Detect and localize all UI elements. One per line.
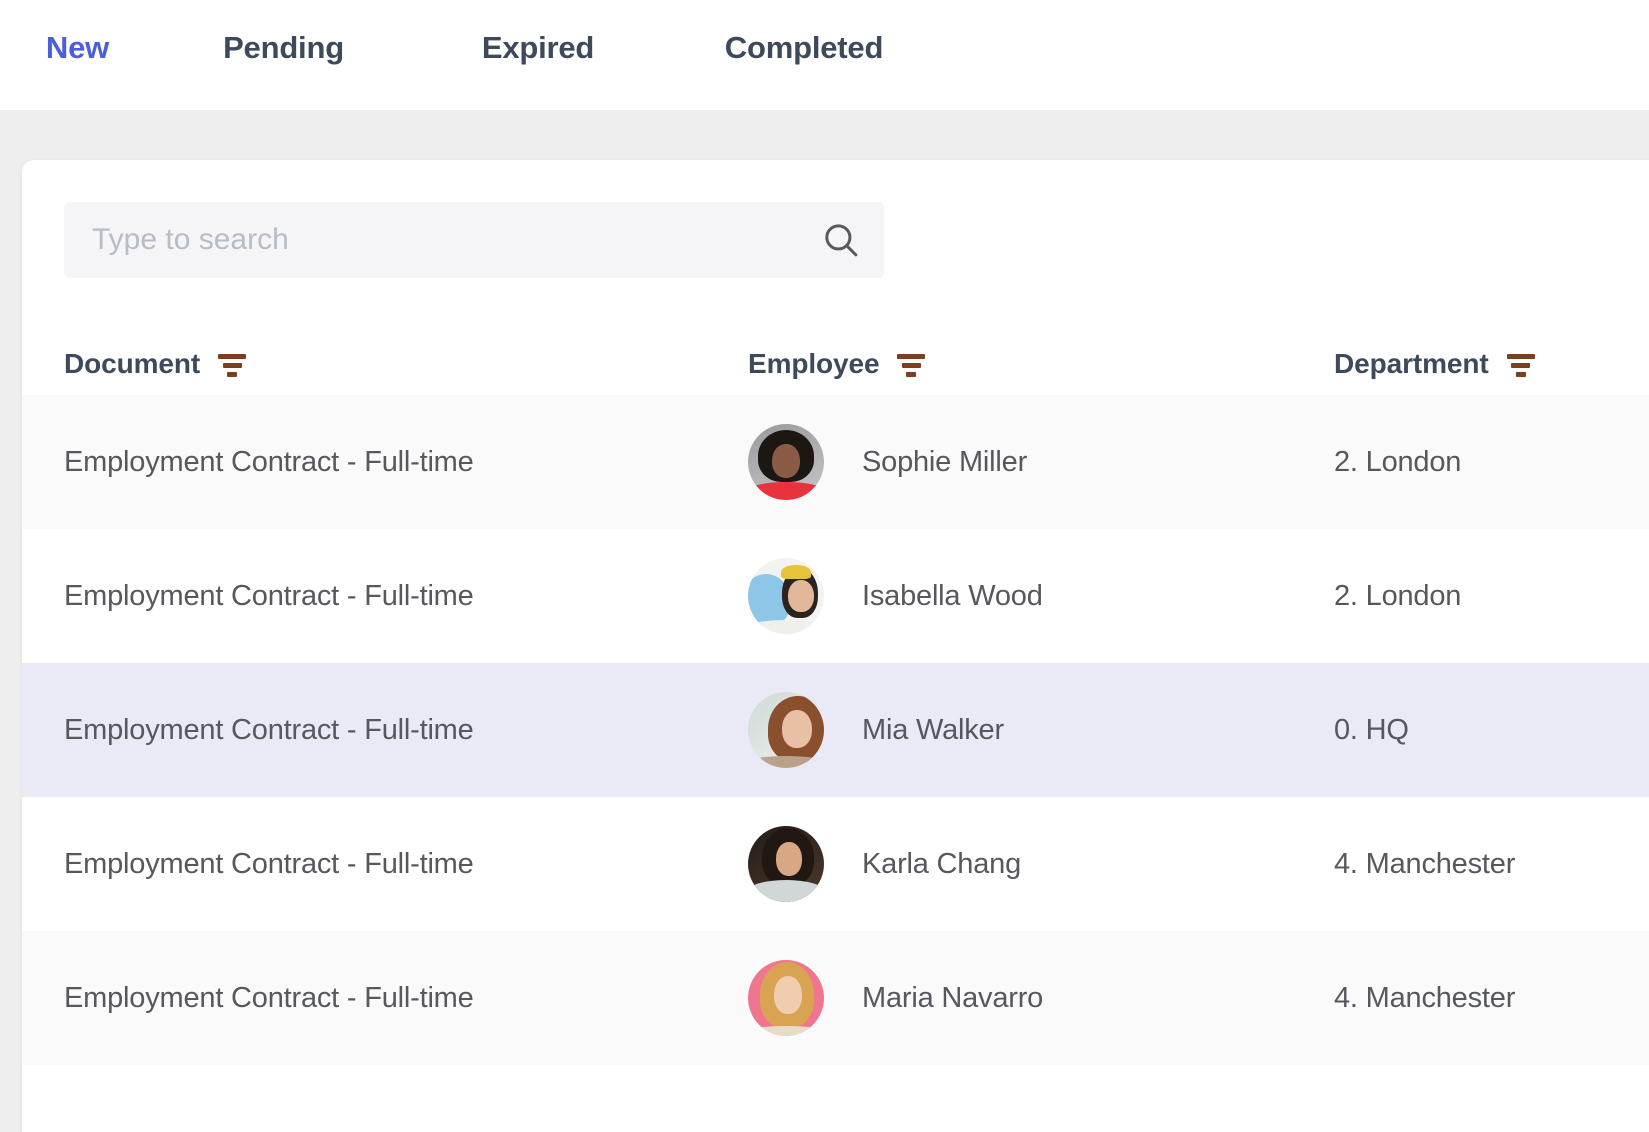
column-header-department-label: Department <box>1334 348 1489 379</box>
cell-document: Employment Contract - Full-time <box>64 579 474 612</box>
tab-new-label: New <box>45 30 110 65</box>
cell-document: Employment Contract - Full-time <box>64 981 474 1014</box>
cell-document: Employment Contract - Full-time <box>64 445 474 478</box>
employee-name: Sophie Miller <box>862 445 1028 478</box>
search-box[interactable] <box>64 202 884 278</box>
cell-employee: Sophie Miller <box>748 424 1334 500</box>
column-header-employee-label: Employee <box>748 348 880 379</box>
cell-department: 2. London <box>1334 579 1462 612</box>
cell-employee: Isabella Wood <box>748 558 1334 634</box>
column-header-employee[interactable]: Employee <box>748 348 1334 380</box>
tab-pending-label: Pending <box>223 30 344 65</box>
cell-department: 4. Manchester <box>1334 981 1516 1014</box>
cell-employee: Maria Navarro <box>748 960 1334 1036</box>
cell-document: Employment Contract - Full-time <box>64 847 474 880</box>
search-area <box>22 160 1649 278</box>
filter-icon[interactable] <box>1505 349 1537 379</box>
employee-name: Maria Navarro <box>862 981 1044 1014</box>
tab-expired-label: Expired <box>481 30 595 65</box>
avatar <box>748 558 824 634</box>
cell-department: 0. HQ <box>1334 713 1409 746</box>
cell-department: 2. London <box>1334 445 1462 478</box>
column-header-document[interactable]: Document <box>64 348 748 380</box>
table-row[interactable]: Employment Contract - Full-time Mia Walk… <box>22 663 1649 797</box>
cell-document: Employment Contract - Full-time <box>64 713 474 746</box>
tab-completed-label: Completed <box>724 30 884 65</box>
avatar <box>748 424 824 500</box>
employee-name: Karla Chang <box>862 847 1022 880</box>
page-body: Document Employee Department Employment … <box>0 110 1649 1132</box>
tab-completed[interactable]: Completed <box>664 30 944 110</box>
tab-expired[interactable]: Expired <box>412 30 664 110</box>
tab-new[interactable]: New <box>0 30 155 139</box>
documents-card: Document Employee Department Employment … <box>22 160 1649 1132</box>
employee-name: Mia Walker <box>862 713 1004 746</box>
cell-employee: Karla Chang <box>748 826 1334 902</box>
table-header-row: Document Employee Department <box>22 333 1649 395</box>
table-row[interactable]: Employment Contract - Full-time Isabella… <box>22 529 1649 663</box>
avatar <box>748 826 824 902</box>
table-row[interactable]: Employment Contract - Full-time Maria Na… <box>22 931 1649 1065</box>
filter-icon[interactable] <box>895 349 927 379</box>
column-header-document-label: Document <box>64 348 201 379</box>
column-header-department[interactable]: Department <box>1334 348 1634 380</box>
tab-bar: New Pending Expired Completed <box>0 0 1649 139</box>
table-row[interactable]: Employment Contract - Full-time Karla Ch… <box>22 797 1649 931</box>
search-icon[interactable] <box>812 219 884 261</box>
cell-department: 4. Manchester <box>1334 847 1516 880</box>
search-input[interactable] <box>64 223 812 257</box>
employee-name: Isabella Wood <box>862 579 1043 612</box>
documents-table: Document Employee Department Employment … <box>22 333 1649 1065</box>
tab-pending[interactable]: Pending <box>155 30 412 110</box>
cell-employee: Mia Walker <box>748 692 1334 768</box>
avatar <box>748 692 824 768</box>
avatar <box>748 960 824 1036</box>
filter-icon[interactable] <box>216 349 248 379</box>
table-row[interactable]: Employment Contract - Full-time Sophie M… <box>22 395 1649 529</box>
